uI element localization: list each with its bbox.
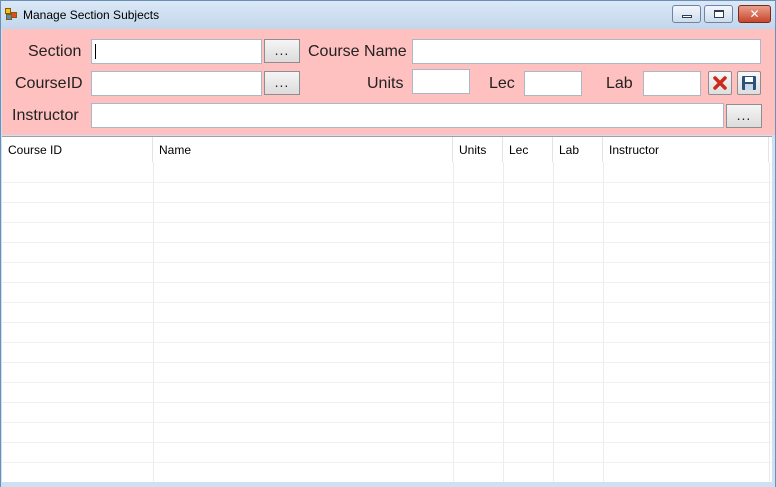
column-header-name[interactable]: Name [153, 137, 453, 162]
window-title: Manage Section Subjects [23, 8, 160, 22]
app-icon [5, 8, 19, 21]
course-name-input[interactable] [412, 39, 761, 64]
maximize-icon [714, 10, 724, 18]
window-bottom-edge [1, 482, 775, 487]
close-icon: ✕ [749, 7, 760, 21]
course-id-input[interactable] [91, 71, 262, 96]
main-window: Manage Section Subjects ✕ Section ... Co… [0, 0, 776, 487]
units-input[interactable] [412, 69, 470, 94]
save-icon [742, 76, 756, 90]
lec-label: Lec [489, 75, 515, 92]
save-button[interactable] [737, 71, 761, 95]
column-header-instructor[interactable]: Instructor [603, 137, 769, 162]
lab-input[interactable] [643, 71, 701, 96]
subjects-table[interactable]: Course ID Name Units Lec Lab Instructor [2, 136, 772, 482]
subject-form: Section ... Course Name CourseID ... Uni… [2, 29, 775, 135]
instructor-input[interactable] [91, 103, 724, 128]
lec-input[interactable] [524, 71, 582, 96]
column-header-lec[interactable]: Lec [503, 137, 553, 162]
title-bar[interactable]: Manage Section Subjects ✕ [1, 1, 775, 29]
units-label: Units [367, 75, 404, 92]
minimize-button[interactable] [672, 5, 701, 23]
instructor-label: Instructor [12, 107, 79, 124]
instructor-browse-button[interactable]: ... [726, 104, 762, 128]
minimize-icon [682, 15, 692, 18]
course-id-browse-button[interactable]: ... [264, 71, 300, 95]
course-id-label: CourseID [15, 75, 83, 92]
close-button[interactable]: ✕ [738, 5, 771, 23]
section-browse-button[interactable]: ... [264, 39, 300, 63]
section-label: Section [28, 43, 82, 60]
course-name-label: Course Name [308, 43, 407, 60]
column-header-units[interactable]: Units [453, 137, 503, 162]
delete-icon [713, 76, 727, 90]
section-input[interactable] [91, 39, 262, 64]
lab-label: Lab [606, 75, 633, 92]
maximize-button[interactable] [704, 5, 733, 23]
delete-button[interactable] [708, 71, 732, 95]
column-header-lab[interactable]: Lab [553, 137, 603, 162]
column-header-course-id[interactable]: Course ID [2, 137, 153, 162]
